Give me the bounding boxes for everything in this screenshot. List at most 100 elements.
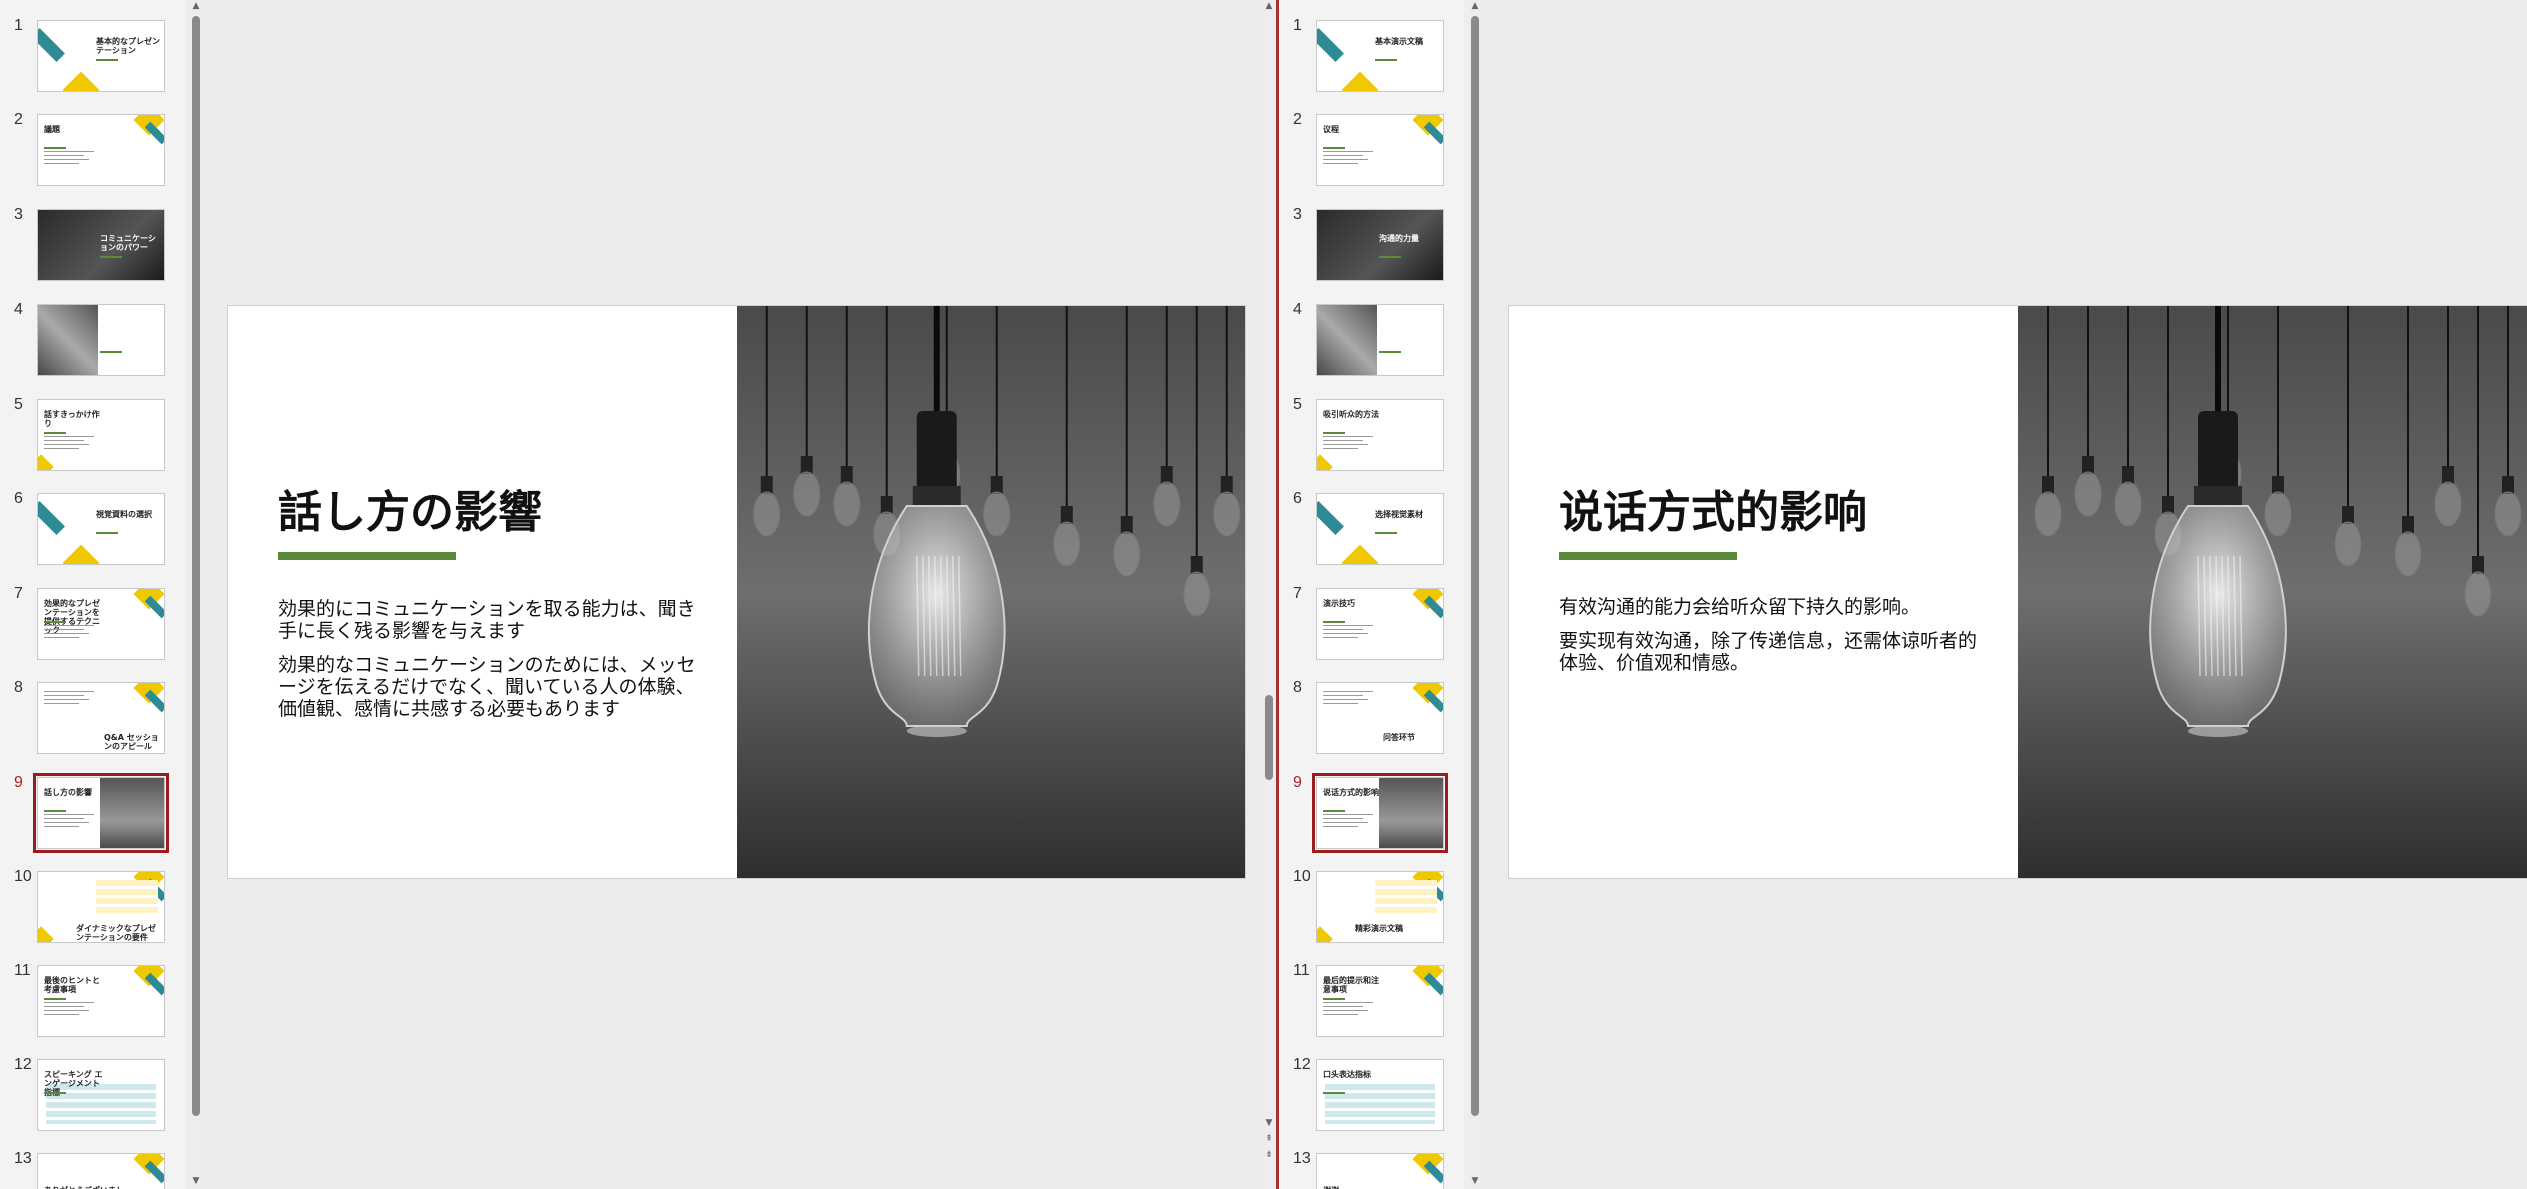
thumbnail-bullets bbox=[1323, 814, 1373, 830]
slide-thumbnail[interactable]: 选择视觉素材 bbox=[1316, 493, 1444, 565]
thumbnail-accent-bar bbox=[1379, 351, 1401, 353]
right-thumbnail-panel[interactable]: 1 基本演示文稿 2 议程 3 沟通的力量 4 与听众建立联系 5 吸引听众的方法 6 选择视觉素材 7… bbox=[1279, 0, 1464, 1189]
right-thumbnail-scrollbar[interactable]: ▲ ▼ bbox=[1468, 0, 1482, 1189]
thumbnail-bullets bbox=[1323, 1002, 1373, 1018]
left-thumbnail-scrollbar[interactable]: ▲ ▼ bbox=[189, 0, 203, 1189]
thumbnail-bullets bbox=[44, 814, 94, 830]
slide-thumbnail[interactable]: スピーキング エンゲージメント指標 bbox=[37, 1059, 165, 1131]
thumbnail-accent-bar bbox=[1375, 532, 1397, 534]
thumbnail-bullets bbox=[1323, 691, 1373, 707]
thumbnail-title: 选择视觉素材 bbox=[1375, 510, 1423, 519]
thumbnail-bullets bbox=[44, 1002, 94, 1018]
thumbnail-bullets bbox=[44, 691, 94, 707]
thumbnail-bullets bbox=[1323, 151, 1373, 167]
slide-number: 9 bbox=[1293, 774, 1302, 791]
thumbnail-accent-bar bbox=[100, 351, 122, 353]
slide-thumbnail[interactable]: 吸引听众的方法 bbox=[1316, 399, 1444, 471]
left-slide-canvas: 話し方の影響 効果的にコミュニケーションを取る能力は、聞き手に長く残る影響を与え… bbox=[205, 0, 1265, 1189]
slide-body[interactable]: 有效沟通的能力会给听众留下持久的影响。 要实现有效沟通，除了传递信息，还需体谅听… bbox=[1559, 596, 1979, 686]
title-accent-bar bbox=[1559, 552, 1737, 560]
thumbnail-accent-bar bbox=[1379, 256, 1401, 258]
thumbnail-accent-bar bbox=[96, 59, 118, 61]
slide-thumbnail[interactable]: 沟通的力量 bbox=[1316, 209, 1444, 281]
scroll-down-arrow-icon[interactable]: ▼ bbox=[189, 1175, 203, 1187]
left-canvas-scrollbar[interactable]: ▲ ▼ ⇞ ⇟ bbox=[1262, 0, 1276, 1189]
slide-thumbnail[interactable]: 基本的なプレゼンテーション bbox=[37, 20, 165, 92]
slide-number: 8 bbox=[14, 679, 23, 696]
slide-thumbnail[interactable]: 议程 bbox=[1316, 114, 1444, 186]
slide-thumbnail[interactable]: 話し方の影響 bbox=[33, 773, 169, 853]
slide-number: 5 bbox=[1293, 396, 1302, 413]
slide-thumbnail[interactable]: ダイナミックなプレゼンテーションの要件 bbox=[37, 871, 165, 943]
thumbnail-title: Q&A セッションのアピール bbox=[104, 733, 159, 751]
slide-thumbnail[interactable]: Q&A セッションのアピール bbox=[37, 682, 165, 754]
slide-thumbnail[interactable]: 聴衆に訴え掛ける bbox=[37, 304, 165, 376]
lightbulb-photo[interactable] bbox=[2018, 306, 2527, 878]
slide-thumbnail[interactable]: コミュニケーションのパワー bbox=[37, 209, 165, 281]
thumbnail-accent-bar bbox=[1323, 147, 1345, 149]
right-slide[interactable]: 说话方式的影响 有效沟通的能力会给听众留下持久的影响。 要实现有效沟通，除了传递… bbox=[1509, 306, 2527, 878]
slide-thumbnail[interactable]: 効果的なプレゼンテーションを提供するテクニック bbox=[37, 588, 165, 660]
thumbnail-title: 基本的なプレゼンテーション bbox=[96, 37, 160, 55]
slide-thumbnail[interactable]: 与听众建立联系 bbox=[1316, 304, 1444, 376]
slide-thumbnail[interactable]: 精彩演示文稿 bbox=[1316, 871, 1444, 943]
slide-number: 5 bbox=[14, 396, 23, 413]
slide-thumbnail[interactable]: 基本演示文稿 bbox=[1316, 20, 1444, 92]
scroll-down-arrow-icon[interactable]: ▼ bbox=[1468, 1175, 1482, 1187]
thumbnail-bullets bbox=[44, 436, 94, 452]
thumbnail-accent-bar bbox=[44, 147, 66, 149]
body-paragraph-2: 要实现有效沟通，除了传递信息，还需体谅听者的体验、价值观和情感。 bbox=[1559, 630, 1978, 674]
thumbnail-accent-bar bbox=[1323, 810, 1345, 812]
slide-number: 6 bbox=[14, 490, 23, 507]
slide-number: 11 bbox=[1293, 962, 1310, 979]
thumbnail-accent-bar bbox=[1323, 998, 1345, 1000]
scrollbar-thumb[interactable] bbox=[192, 16, 200, 1116]
left-thumbnail-panel[interactable]: 1 基本的なプレゼンテーション 2 議題 3 コミュニケーションのパワー 4 聴衆に訴え掛ける… bbox=[0, 0, 185, 1189]
previous-slide-icon[interactable]: ⇞ bbox=[1262, 1133, 1276, 1145]
slide-thumbnail[interactable]: ありがとうございました bbox=[37, 1153, 165, 1189]
slide-thumbnail[interactable]: 議題 bbox=[37, 114, 165, 186]
slide-thumbnail[interactable]: 问答环节 bbox=[1316, 682, 1444, 754]
thumbnail-title: 視覚資料の選択 bbox=[96, 510, 152, 519]
next-slide-icon[interactable]: ⇟ bbox=[1262, 1149, 1276, 1161]
slide-thumbnail[interactable]: 視覚資料の選択 bbox=[37, 493, 165, 565]
slide-number: 4 bbox=[1293, 301, 1302, 318]
scroll-up-arrow-icon[interactable]: ▲ bbox=[1468, 0, 1482, 12]
thumbnail-title: 聴衆に訴え掛ける bbox=[100, 329, 156, 347]
thumbnail-title: 最后的提示和注意事项 bbox=[1323, 976, 1379, 994]
thumbnail-bullets bbox=[1323, 625, 1373, 641]
slide-thumbnail[interactable]: 演示技巧 bbox=[1316, 588, 1444, 660]
right-pane: 1 基本演示文稿 2 议程 3 沟通的力量 4 与听众建立联系 5 吸引听众的方法 6 选择视觉素材 7… bbox=[1279, 0, 2527, 1189]
left-slide[interactable]: 話し方の影響 効果的にコミュニケーションを取る能力は、聞き手に長く残る影響を与え… bbox=[228, 306, 1245, 878]
slide-thumbnail[interactable]: 谢谢。 bbox=[1316, 1153, 1444, 1189]
slide-title[interactable]: 说话方式的影响 bbox=[1559, 476, 1867, 540]
slide-number: 1 bbox=[1293, 17, 1302, 34]
slide-number: 12 bbox=[14, 1056, 32, 1073]
thumbnail-accent-bar bbox=[1323, 1092, 1345, 1094]
thumbnail-title: 話し方の影響 bbox=[44, 788, 92, 797]
slide-thumbnail[interactable]: 話すきっかけ作り bbox=[37, 399, 165, 471]
scroll-up-arrow-icon[interactable]: ▲ bbox=[189, 0, 203, 12]
slide-number: 3 bbox=[14, 206, 23, 223]
slide-thumbnail[interactable]: 口头表达指标 bbox=[1316, 1059, 1444, 1131]
thumbnail-title: 说话方式的影响 bbox=[1323, 788, 1379, 797]
scroll-down-arrow-icon[interactable]: ▼ bbox=[1262, 1117, 1276, 1129]
slide-number: 6 bbox=[1293, 490, 1302, 507]
slide-number: 7 bbox=[14, 585, 23, 602]
slide-thumbnail[interactable]: 说话方式的影响 bbox=[1312, 773, 1448, 853]
thumbnail-title: 问答环节 bbox=[1383, 733, 1415, 742]
slide-number: 2 bbox=[1293, 111, 1302, 128]
thumbnail-accent-bar bbox=[44, 998, 66, 1000]
slide-thumbnail[interactable]: 最後のヒントと考慮事項 bbox=[37, 965, 165, 1037]
slide-thumbnail[interactable]: 最后的提示和注意事项 bbox=[1316, 965, 1444, 1037]
slide-number: 2 bbox=[14, 111, 23, 128]
slide-title[interactable]: 話し方の影響 bbox=[278, 476, 542, 540]
scroll-up-arrow-icon[interactable]: ▲ bbox=[1262, 0, 1276, 12]
thumbnail-accent-bar bbox=[96, 532, 118, 534]
scrollbar-thumb[interactable] bbox=[1265, 695, 1273, 780]
scrollbar-thumb[interactable] bbox=[1471, 16, 1479, 1116]
thumbnail-title: コミュニケーションのパワー bbox=[100, 234, 156, 252]
thumbnail-title: 口头表达指标 bbox=[1323, 1070, 1371, 1079]
lightbulb-photo[interactable] bbox=[736, 306, 1245, 878]
slide-body[interactable]: 効果的にコミュニケーションを取る能力は、聞き手に長く残る影響を与えます 効果的な… bbox=[278, 598, 698, 732]
